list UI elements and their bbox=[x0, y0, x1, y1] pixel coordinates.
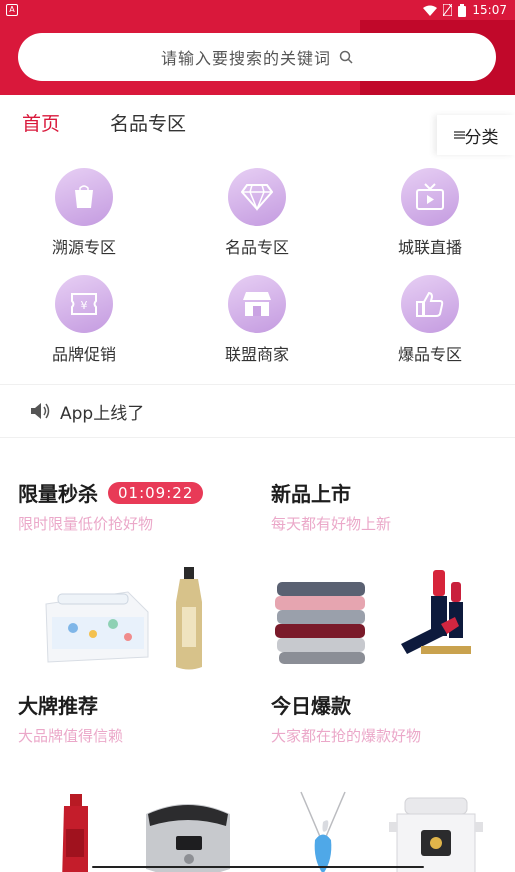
search-input[interactable]: 请输入要搜索的关键词 bbox=[18, 33, 496, 81]
swan-necklace-image bbox=[300, 791, 346, 872]
card-big-brands[interactable]: 大牌推荐 大品牌值得信赖 bbox=[18, 690, 268, 872]
status-time: 15:07 bbox=[472, 3, 507, 17]
serum-bottle-image bbox=[176, 567, 202, 670]
card-new-arrivals[interactable]: 新品上市 每天都有好物上新 bbox=[271, 478, 515, 678]
countdown-timer: 01:09:22 bbox=[108, 481, 204, 504]
card-title: 今日爆款 bbox=[271, 694, 351, 718]
shampoo-bottle-image bbox=[62, 794, 88, 872]
pressure-cooker-image bbox=[389, 797, 483, 872]
battery-icon bbox=[458, 3, 467, 17]
speaker-icon bbox=[31, 403, 50, 419]
grid-item-promotion[interactable]: ¥ 品牌促销 bbox=[24, 275, 144, 365]
grid-label: 品牌促销 bbox=[51, 345, 116, 364]
grid-label: 联盟商家 bbox=[224, 345, 289, 364]
lipsticks-image bbox=[401, 570, 471, 654]
card-subtitle: 大家都在抢的爆款好物 bbox=[271, 727, 422, 745]
product-images bbox=[275, 570, 471, 664]
grid-label: 名品专区 bbox=[224, 238, 289, 257]
home-indicator bbox=[92, 866, 424, 868]
category-grid: 溯源专区 名品专区 城联直播 ¥ 品牌促销 联盟商家 爆品专区 bbox=[0, 164, 515, 374]
tab-brand-zone[interactable]: 名品专区 bbox=[110, 109, 186, 136]
diamond-icon bbox=[228, 168, 286, 226]
tv-icon bbox=[401, 168, 459, 226]
category-label: 分类 bbox=[464, 127, 499, 148]
grid-label: 城联直播 bbox=[397, 238, 462, 257]
grid-item-brand-zone[interactable]: 名品专区 bbox=[197, 168, 317, 258]
promo-cards: 限量秒杀 01:09:22 限时限量低价抢好物 新品上市 每天都有好物上新 大牌… bbox=[0, 460, 515, 872]
card-title: 大牌推荐 bbox=[18, 694, 98, 718]
card-todays-hot[interactable]: 今日爆款 大家都在抢的爆款好物 bbox=[271, 690, 515, 872]
card-flash-sale[interactable]: 限量秒杀 01:09:22 限时限量低价抢好物 bbox=[18, 478, 268, 678]
svg-text:¥: ¥ bbox=[81, 299, 88, 312]
header: 请输入要搜索的关键词 bbox=[0, 20, 515, 95]
grid-item-merchants[interactable]: 联盟商家 bbox=[197, 275, 317, 365]
card-subtitle: 大品牌值得信赖 bbox=[18, 727, 124, 745]
grid-label: 溯源专区 bbox=[51, 238, 116, 257]
category-button[interactable]: 分类 bbox=[437, 115, 515, 155]
grid-item-hot-products[interactable]: 爆品专区 bbox=[370, 275, 490, 365]
top-tabs: 首页 名品专区 分类 bbox=[0, 95, 515, 157]
toothpaste-box-image bbox=[45, 591, 149, 663]
rice-cooker-image bbox=[146, 804, 230, 872]
wifi-icon bbox=[423, 5, 438, 16]
status-bar: A 15:07 bbox=[0, 0, 515, 20]
card-title: 限量秒杀 bbox=[18, 482, 98, 506]
folded-sweaters-image bbox=[275, 582, 365, 664]
app-notification-icon: A bbox=[6, 4, 18, 16]
product-images bbox=[45, 567, 202, 670]
grid-label: 爆品专区 bbox=[397, 345, 462, 364]
tab-home[interactable]: 首页 bbox=[22, 109, 60, 136]
store-icon bbox=[228, 275, 286, 333]
product-images bbox=[300, 791, 483, 872]
card-title: 新品上市 bbox=[271, 482, 351, 506]
menu-icon bbox=[453, 131, 465, 139]
no-sim-icon bbox=[443, 4, 453, 16]
announcement-bar[interactable]: App上线了 bbox=[0, 384, 515, 438]
card-subtitle: 限时限量低价抢好物 bbox=[18, 515, 154, 533]
product-images bbox=[62, 794, 230, 872]
thumbs-up-icon bbox=[401, 275, 459, 333]
grid-item-live[interactable]: 城联直播 bbox=[370, 168, 490, 258]
card-subtitle: 每天都有好物上新 bbox=[271, 515, 392, 533]
search-placeholder: 请输入要搜索的关键词 bbox=[160, 49, 331, 68]
shopping-bag-icon bbox=[55, 168, 113, 226]
announcement-text: App上线了 bbox=[60, 403, 145, 424]
grid-item-traceability[interactable]: 溯源专区 bbox=[24, 168, 144, 258]
coupon-icon: ¥ bbox=[55, 275, 113, 333]
search-icon bbox=[339, 50, 353, 64]
